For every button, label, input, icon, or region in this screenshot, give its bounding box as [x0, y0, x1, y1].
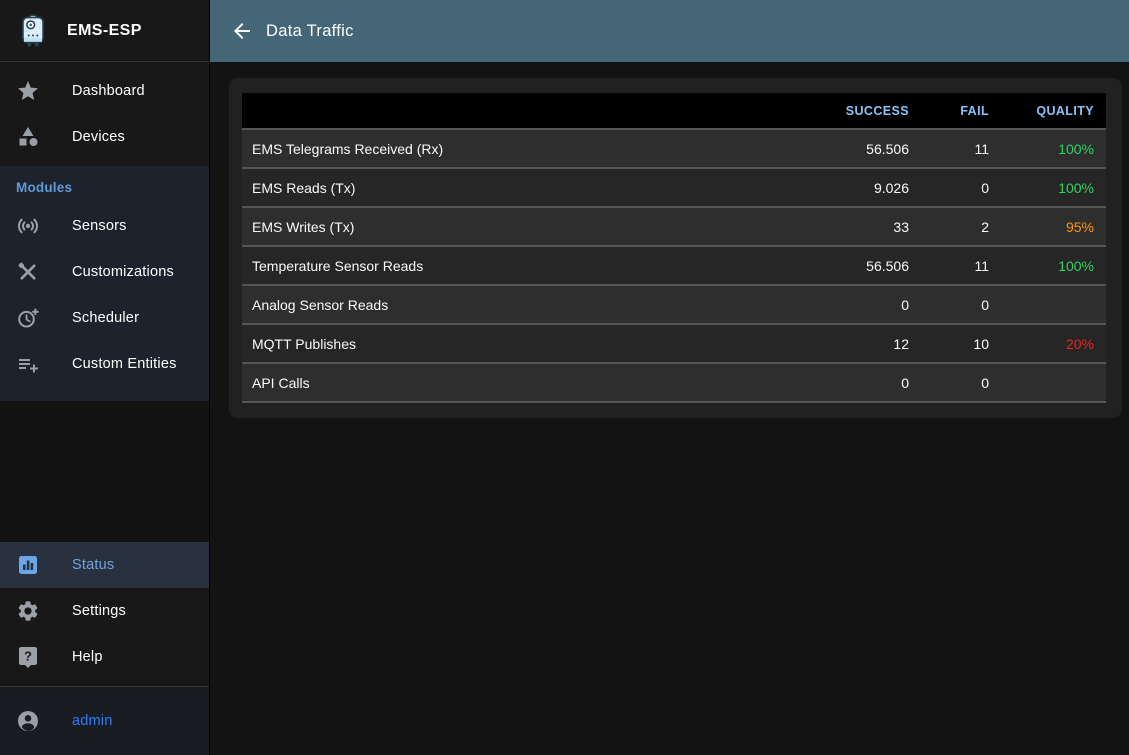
gear-icon — [16, 599, 40, 623]
table-row: EMS Telegrams Received (Rx) 56.506 11 10… — [242, 130, 1106, 169]
svg-text:?: ? — [24, 649, 32, 664]
sidebar-group-bottom: Status Settings ? Help — [0, 542, 209, 686]
column-header-quality: QUALITY — [1001, 104, 1106, 118]
column-header-fail: FAIL — [921, 104, 1001, 118]
table-row: MQTT Publishes 12 10 20% — [242, 325, 1106, 364]
sidebar-item-status[interactable]: Status — [0, 542, 209, 588]
sidebar-item-custom-entities[interactable]: Custom Entities — [0, 341, 209, 387]
clock-plus-icon — [16, 306, 40, 330]
table-row: EMS Writes (Tx) 33 2 95% — [242, 208, 1106, 247]
app-name: EMS-ESP — [67, 22, 142, 40]
back-button[interactable] — [230, 19, 254, 43]
analytics-icon — [16, 553, 40, 577]
cell-fail: 2 — [921, 219, 1001, 235]
category-icon — [16, 125, 40, 149]
playlist-add-icon — [16, 352, 40, 376]
sidebar-item-label: Dashboard — [72, 83, 145, 99]
table-row: EMS Reads (Tx) 9.026 0 100% — [242, 169, 1106, 208]
sidebar-item-scheduler[interactable]: Scheduler — [0, 295, 209, 341]
cell-success: 56.506 — [781, 141, 921, 157]
cell-fail: 0 — [921, 297, 1001, 313]
sidebar-group-top: Dashboard Devices — [0, 62, 209, 166]
sidebar-item-help[interactable]: ? Help — [0, 634, 209, 680]
sidebar-item-admin[interactable]: admin — [0, 698, 209, 744]
column-header-success: SUCCESS — [781, 104, 921, 118]
sidebar-item-label: Help — [72, 649, 103, 665]
cell-quality: 100% — [1001, 141, 1106, 157]
cell-fail: 11 — [921, 141, 1001, 157]
signed-in-user: admin — [72, 713, 113, 729]
account-circle-icon — [16, 709, 40, 733]
cell-metric: Temperature Sensor Reads — [242, 258, 781, 274]
sidebar-group-user: admin — [0, 686, 209, 755]
cell-success: 12 — [781, 336, 921, 352]
cell-fail: 0 — [921, 180, 1001, 196]
help-icon: ? — [16, 645, 40, 669]
data-traffic-card: SUCCESS FAIL QUALITY EMS Telegrams Recei… — [229, 78, 1122, 418]
sidebar-item-label: Custom Entities — [72, 356, 177, 372]
sensors-icon — [16, 214, 40, 238]
cell-quality: 20% — [1001, 336, 1106, 352]
page-title: Data Traffic — [266, 22, 354, 41]
cell-metric: EMS Telegrams Received (Rx) — [242, 141, 781, 157]
sidebar-item-sensors[interactable]: Sensors — [0, 203, 209, 249]
traffic-table: SUCCESS FAIL QUALITY EMS Telegrams Recei… — [242, 93, 1106, 403]
sidebar-item-label: Sensors — [72, 218, 127, 234]
sidebar: EMS-ESP Dashboard Devices Modules — [0, 0, 210, 755]
arrow-left-icon — [230, 19, 254, 43]
app-header: EMS-ESP — [0, 0, 209, 62]
boiler-logo-icon — [15, 13, 51, 49]
cell-metric: MQTT Publishes — [242, 336, 781, 352]
cell-success: 9.026 — [781, 180, 921, 196]
star-icon — [16, 79, 40, 103]
sidebar-item-settings[interactable]: Settings — [0, 588, 209, 634]
cell-metric: EMS Reads (Tx) — [242, 180, 781, 196]
cell-metric: Analog Sensor Reads — [242, 297, 781, 313]
sidebar-group-modules: Modules Sensors Custo — [0, 166, 209, 401]
sidebar-item-label: Settings — [72, 603, 126, 619]
main-area: Data Traffic SUCCESS FAIL QUALITY EMS Te… — [210, 0, 1129, 755]
sidebar-item-label: Status — [72, 557, 114, 573]
table-row: Temperature Sensor Reads 56.506 11 100% — [242, 247, 1106, 286]
cell-success: 0 — [781, 375, 921, 391]
content: SUCCESS FAIL QUALITY EMS Telegrams Recei… — [210, 62, 1129, 755]
cell-fail: 10 — [921, 336, 1001, 352]
construction-tools-icon — [16, 260, 40, 284]
cell-success: 0 — [781, 297, 921, 313]
cell-quality: 95% — [1001, 219, 1106, 235]
table-row: Analog Sensor Reads 0 0 — [242, 286, 1106, 325]
cell-fail: 0 — [921, 375, 1001, 391]
sidebar-spacer — [0, 401, 209, 542]
sidebar-item-label: Devices — [72, 129, 125, 145]
cell-fail: 11 — [921, 258, 1001, 274]
cell-metric: EMS Writes (Tx) — [242, 219, 781, 235]
cell-metric: API Calls — [242, 375, 781, 391]
sidebar-item-label: Customizations — [72, 264, 174, 280]
sidebar-item-devices[interactable]: Devices — [0, 114, 209, 160]
sidebar-item-dashboard[interactable]: Dashboard — [0, 68, 209, 114]
cell-success: 56.506 — [781, 258, 921, 274]
sidebar-item-customizations[interactable]: Customizations — [0, 249, 209, 295]
table-row: API Calls 0 0 — [242, 364, 1106, 403]
cell-quality: 100% — [1001, 180, 1106, 196]
sidebar-item-label: Scheduler — [72, 310, 139, 326]
cell-quality: 100% — [1001, 258, 1106, 274]
app-bar: Data Traffic — [210, 0, 1129, 62]
modules-heading: Modules — [0, 170, 209, 203]
table-header-row: SUCCESS FAIL QUALITY — [242, 93, 1106, 130]
cell-success: 33 — [781, 219, 921, 235]
